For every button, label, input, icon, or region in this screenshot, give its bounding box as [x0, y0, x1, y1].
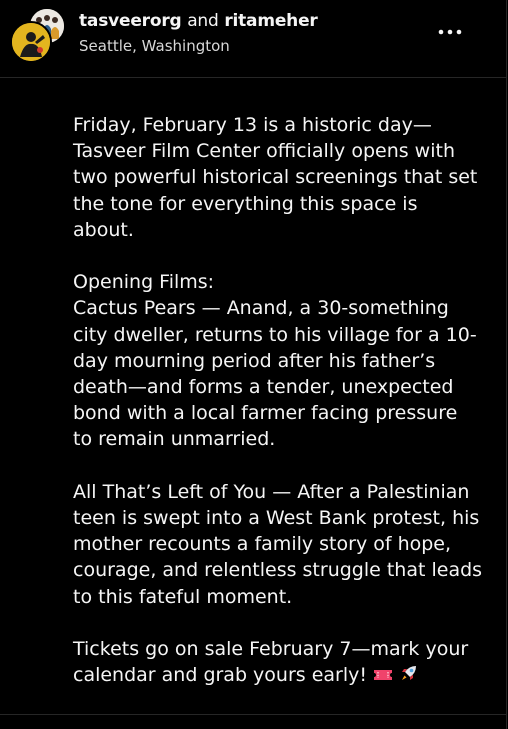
- caption-line: to remain unmarried.: [73, 428, 276, 451]
- more-horizontal-icon: [438, 29, 462, 35]
- caption-paragraph-tickets: Tickets go on sale February 7—mark your …: [73, 636, 473, 690]
- caption-line: Friday, February 13 is a historic day—: [73, 114, 432, 136]
- caption-line: Tickets go on sale February 7—mark your: [73, 638, 469, 661]
- caption-line: two powerful historical screenings that …: [73, 166, 478, 189]
- caption-paragraph-opening: Friday, February 13 is a historic day— T…: [73, 112, 478, 243]
- caption-line: city dweller, returns to his village for…: [73, 323, 477, 346]
- avatar-logo-icon: [12, 23, 50, 61]
- caption-line: Cactus Pears — Anand, a 30-something: [73, 297, 449, 320]
- caption-line-text: calendar and grab yours early!: [73, 664, 367, 687]
- username-primary[interactable]: tasveerorg: [79, 11, 182, 31]
- caption-line: courage, and relentless struggle that le…: [73, 559, 483, 582]
- caption-line: the tone for everything this space is: [73, 192, 418, 215]
- post-caption: Friday, February 13 is a historic day— T…: [73, 112, 483, 717]
- divider: [0, 714, 507, 715]
- rocket-icon: [399, 663, 419, 690]
- caption-line: All That’s Left of You — After a Palesti…: [73, 480, 470, 503]
- post-card: tasveerorg and ritameher Seattle, Washin…: [0, 0, 507, 729]
- post-header: tasveerorg and ritameher Seattle, Washin…: [0, 0, 507, 78]
- caption-paragraph-all-thats-left: All That’s Left of You — After a Palesti…: [73, 479, 483, 610]
- caption-line: about.: [73, 218, 134, 241]
- username-secondary[interactable]: ritameher: [224, 11, 317, 31]
- avatar-tasveerorg[interactable]: [10, 21, 52, 63]
- caption-paragraph-cactus-pears: Opening Films: Cactus Pears — Anand, a 3…: [73, 269, 477, 452]
- caption-line: to this fateful moment.: [73, 585, 293, 608]
- more-options-button[interactable]: [436, 20, 464, 40]
- author-conjunction: and: [187, 11, 219, 31]
- ticket-icon: [373, 664, 393, 690]
- collab-avatars[interactable]: [10, 7, 66, 63]
- caption-line-with-emoji: calendar and grab yours early!: [73, 662, 473, 690]
- caption-line: Opening Films:: [73, 271, 215, 294]
- post-location[interactable]: Seattle, Washington: [79, 37, 230, 55]
- post-authors: tasveerorg and ritameher: [79, 11, 318, 31]
- caption-line: mother recounts a family story of hope,: [73, 533, 452, 556]
- caption-line: teen is swept into a West Bank protest, …: [73, 507, 480, 530]
- caption-line: day mourning period after his father’s: [73, 349, 436, 372]
- caption-line: bond with a local farmer facing pressure: [73, 402, 458, 425]
- caption-line: death—and forms a tender, unexpected: [73, 376, 454, 399]
- caption-line: Tasveer Film Center officially opens wit…: [73, 140, 455, 163]
